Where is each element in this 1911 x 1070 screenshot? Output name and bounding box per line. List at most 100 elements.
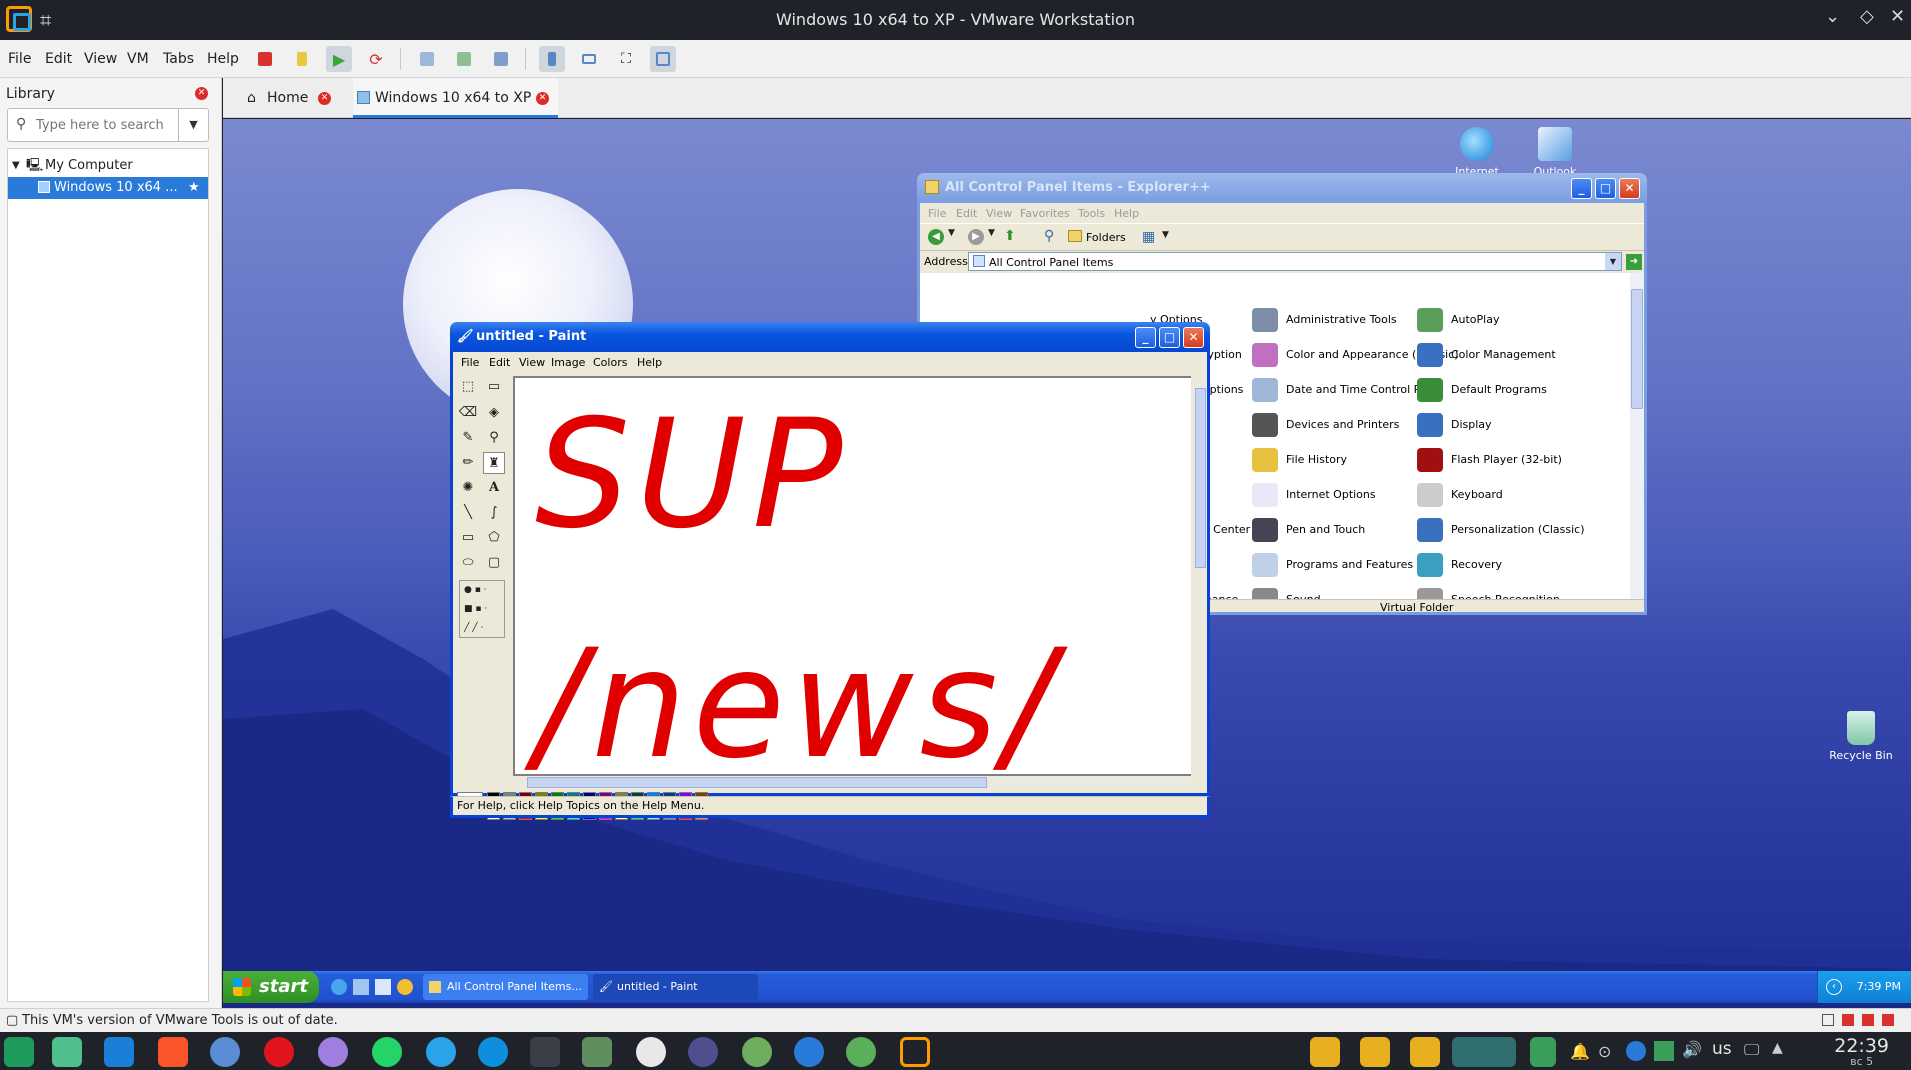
- taskbar-item-paint[interactable]: 🖌 untitled - Paint: [593, 974, 758, 1000]
- close-icon[interactable]: ✕: [1890, 6, 1905, 27]
- explorer-maximize-button[interactable]: □: [1595, 178, 1616, 199]
- opera-icon[interactable]: [264, 1037, 294, 1067]
- horizontal-scrollbar-thumb[interactable]: [527, 777, 987, 788]
- display-icon[interactable]: 🖵: [1744, 1040, 1759, 1060]
- tab-vm[interactable]: Windows 10 x64 to XP: [353, 78, 558, 118]
- control-panel-item[interactable]: Internet Options: [1252, 480, 1376, 510]
- library-search-input[interactable]: [36, 115, 176, 135]
- collapse-icon[interactable]: ▼: [12, 155, 20, 177]
- airbrush-tool-icon[interactable]: ✺: [457, 477, 479, 499]
- tor-browser-icon[interactable]: [318, 1037, 348, 1067]
- search-icon[interactable]: ⚲: [1044, 228, 1054, 244]
- explorer-menu-tools[interactable]: Tools: [1078, 207, 1105, 220]
- skype-icon[interactable]: [478, 1037, 508, 1067]
- paint-menu-view[interactable]: View: [519, 356, 545, 369]
- control-panel-item[interactable]: Flash Player (32-bit): [1417, 445, 1562, 475]
- fill-tool-icon[interactable]: ◈: [483, 402, 505, 424]
- menu-edit[interactable]: Edit: [45, 51, 72, 67]
- tree-item-my-computer[interactable]: ▼ 🖳 My Computer: [8, 155, 208, 177]
- back-icon[interactable]: ◀: [928, 229, 944, 245]
- quicklaunch-ie-icon[interactable]: [331, 979, 347, 995]
- revert-snapshot-button[interactable]: [451, 46, 477, 72]
- paint-menu-edit[interactable]: Edit: [489, 356, 510, 369]
- explorer-title-bar[interactable]: All Control Panel Items - Explorer++ _ □…: [917, 173, 1647, 203]
- control-panel-item[interactable]: Keyboard: [1417, 480, 1503, 510]
- favorite-star-icon[interactable]: ★: [188, 177, 200, 199]
- free-select-tool-icon[interactable]: ⬚: [457, 376, 479, 398]
- telegram-icon[interactable]: [426, 1037, 456, 1067]
- go-icon[interactable]: ➜: [1626, 254, 1642, 270]
- vertical-scrollbar-thumb[interactable]: [1195, 388, 1206, 568]
- notifications-icon[interactable]: 🔔: [1570, 1042, 1590, 1061]
- magnifier-tool-icon[interactable]: ⚲: [483, 427, 505, 449]
- whatsapp-icon[interactable]: [372, 1037, 402, 1067]
- folders-button[interactable]: Folders: [1086, 231, 1126, 244]
- text-tool-icon[interactable]: A: [483, 477, 505, 499]
- control-panel-item[interactable]: Personalization (Classic): [1417, 515, 1585, 545]
- paint-minimize-button[interactable]: _: [1135, 327, 1156, 348]
- qbittorrent-tray-icon[interactable]: [1626, 1041, 1646, 1061]
- rect-select-tool-icon[interactable]: ▭: [483, 376, 505, 398]
- paint-vertical-scrollbar[interactable]: [1194, 376, 1207, 776]
- control-panel-item[interactable]: Display: [1417, 410, 1492, 440]
- tree-item-vm[interactable]: Windows 10 x64 ... ★: [8, 177, 208, 199]
- scrollbar-thumb[interactable]: [1631, 289, 1643, 409]
- up-icon[interactable]: ⬆: [1004, 228, 1016, 244]
- tray-expand-icon[interactable]: ‹: [1826, 979, 1842, 995]
- paint-close-button[interactable]: ✕: [1183, 327, 1204, 348]
- quicklaunch-desktop-icon[interactable]: [375, 979, 391, 995]
- brush-tool-icon[interactable]: ♜: [483, 452, 505, 474]
- address-dropdown-icon[interactable]: ▼: [1605, 253, 1621, 270]
- updates-tray-icon[interactable]: [1654, 1041, 1674, 1061]
- full-screen-button[interactable]: ⛶: [613, 46, 639, 72]
- qbittorrent-icon[interactable]: [794, 1037, 824, 1067]
- color-picker-tool-icon[interactable]: ✎: [457, 427, 479, 449]
- explorer-close-button[interactable]: ✕: [1619, 178, 1640, 199]
- control-panel-item[interactable]: Programs and Features: [1252, 550, 1413, 580]
- terminal-icon[interactable]: [530, 1037, 560, 1067]
- taskbar-item-control-panel[interactable]: All Control Panel Items...: [423, 974, 588, 1000]
- ellipse-tool-icon[interactable]: ⬭: [457, 552, 479, 574]
- thumbnail-bar-button[interactable]: [576, 46, 602, 72]
- device-usb-icon[interactable]: [1882, 1014, 1894, 1026]
- paint-menu-help[interactable]: Help: [637, 356, 662, 369]
- tab-close-icon[interactable]: ✕: [318, 92, 331, 105]
- sticky-note-icon[interactable]: [1310, 1037, 1340, 1067]
- explorer-minimize-button[interactable]: _: [1571, 178, 1592, 199]
- snapshot-button[interactable]: [414, 46, 440, 72]
- keyboard-layout[interactable]: us: [1712, 1039, 1732, 1059]
- menu-view[interactable]: View: [84, 51, 117, 67]
- host-clock[interactable]: 22:39 вс 5: [1834, 1035, 1889, 1067]
- quicklaunch-outlook-icon[interactable]: [353, 979, 369, 995]
- control-panel-item[interactable]: Recovery: [1417, 550, 1502, 580]
- control-panel-item[interactable]: Pen and Touch: [1252, 515, 1365, 545]
- tab-close-icon[interactable]: ✕: [536, 92, 549, 105]
- eraser-tool-icon[interactable]: ⌫: [457, 402, 479, 424]
- app-menu-icon[interactable]: [4, 1037, 34, 1067]
- curve-tool-icon[interactable]: ∫: [483, 502, 505, 524]
- forward-dropdown-icon[interactable]: ▼: [988, 228, 995, 238]
- views-dropdown-icon[interactable]: ▼: [1162, 230, 1169, 240]
- forward-icon[interactable]: ▶: [968, 229, 984, 245]
- paint-horizontal-scrollbar[interactable]: [513, 776, 1193, 789]
- network-icon[interactable]: ⊙: [1598, 1042, 1611, 1061]
- volume-icon[interactable]: 🔊: [1682, 1040, 1702, 1059]
- rounded-rect-tool-icon[interactable]: ▢: [483, 552, 505, 574]
- control-panel-item[interactable]: Devices and Printers: [1252, 410, 1399, 440]
- explorer-scrollbar[interactable]: [1630, 273, 1644, 599]
- show-library-button[interactable]: [539, 46, 565, 72]
- paint-menu-file[interactable]: File: [461, 356, 479, 369]
- explorer-menu-view[interactable]: View: [986, 207, 1012, 220]
- menu-tabs[interactable]: Tabs: [163, 51, 194, 67]
- desktop-icon-recycle-bin[interactable]: Recycle Bin: [1821, 711, 1901, 762]
- eclipse-icon[interactable]: [688, 1037, 718, 1067]
- paint-maximize-button[interactable]: □: [1159, 327, 1180, 348]
- snapshot-manager-button[interactable]: [488, 46, 514, 72]
- control-panel-item[interactable]: Administrative Tools: [1252, 305, 1397, 335]
- paint-menu-image[interactable]: Image: [551, 356, 585, 369]
- explorer-menu-favorites[interactable]: Favorites: [1020, 207, 1070, 220]
- brave-browser-icon[interactable]: [158, 1037, 188, 1067]
- library-close-icon[interactable]: ✕: [195, 87, 208, 100]
- device-hdd-icon[interactable]: [1822, 1014, 1834, 1026]
- polygon-tool-icon[interactable]: ⬠: [483, 527, 505, 549]
